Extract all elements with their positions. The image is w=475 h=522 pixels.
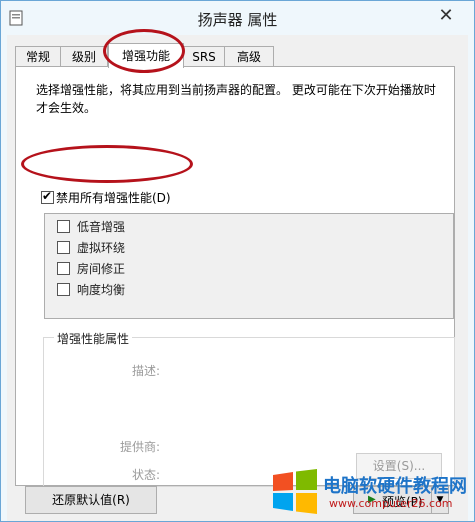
status-label: 状态: bbox=[132, 468, 161, 482]
window-title: 扬声器 属性 bbox=[197, 11, 278, 29]
windows-logo-icon bbox=[273, 469, 317, 514]
restore-defaults-button[interactable]: 还原默认值(R) bbox=[25, 486, 157, 514]
enhancement-checkbox[interactable] bbox=[57, 241, 70, 254]
close-button[interactable]: ✕ bbox=[432, 5, 460, 27]
enhancement-checkbox[interactable] bbox=[57, 262, 70, 275]
enhancements-panel: 选择增强性能，将其应用到当前扬声器的配置。 更改可能在下次开始播放时才会生效。 … bbox=[15, 66, 455, 487]
annotation-circle-checkbox bbox=[21, 145, 193, 183]
title-bar: 扬声器 属性 ✕ bbox=[1, 1, 474, 35]
description-label: 描述: bbox=[132, 364, 161, 378]
watermark: 电脑软硬件教程网 www.computer26.com bbox=[271, 467, 471, 519]
annotation-circle-tab bbox=[103, 29, 185, 73]
tab-advanced[interactable]: 高级 bbox=[224, 46, 274, 67]
group-title: 增强性能属性 bbox=[54, 330, 133, 347]
tab-general[interactable]: 常规 bbox=[15, 46, 61, 67]
watermark-title: 电脑软硬件教程网 bbox=[323, 476, 467, 497]
tab-levels[interactable]: 级别 bbox=[60, 46, 108, 67]
dialog-client-area: 常规 级别 增强功能 SRS 高级 选择增强性能，将其应用到当前扬声器的配置。 … bbox=[7, 35, 468, 521]
tab-srs[interactable]: SRS bbox=[183, 46, 225, 67]
enhancement-list: 低音增强 虚拟环绕 房间修正 响度均衡 bbox=[44, 213, 454, 319]
enhancement-checkbox[interactable] bbox=[57, 283, 70, 296]
speaker-properties-dialog: 扬声器 属性 ✕ 常规 级别 增强功能 SRS 高级 选择增强性能，将其应用到当… bbox=[0, 0, 475, 522]
enhancement-label: 响度均衡 bbox=[77, 283, 126, 297]
disable-all-enhancements-label[interactable]: 禁用所有增强性能(D) bbox=[56, 189, 171, 206]
watermark-url: www.computer26.com bbox=[329, 497, 453, 510]
enhancement-label: 低音增强 bbox=[77, 220, 126, 234]
enhancement-checkbox[interactable] bbox=[57, 220, 70, 233]
disable-all-enhancements-checkbox[interactable] bbox=[41, 189, 54, 204]
panel-description: 选择增强性能，将其应用到当前扬声器的配置。 更改可能在下次开始播放时才会生效。 bbox=[36, 83, 436, 115]
enhancement-label: 房间修正 bbox=[77, 262, 126, 276]
enhancement-label: 虚拟环绕 bbox=[77, 241, 126, 255]
provider-label: 提供商: bbox=[120, 440, 161, 454]
